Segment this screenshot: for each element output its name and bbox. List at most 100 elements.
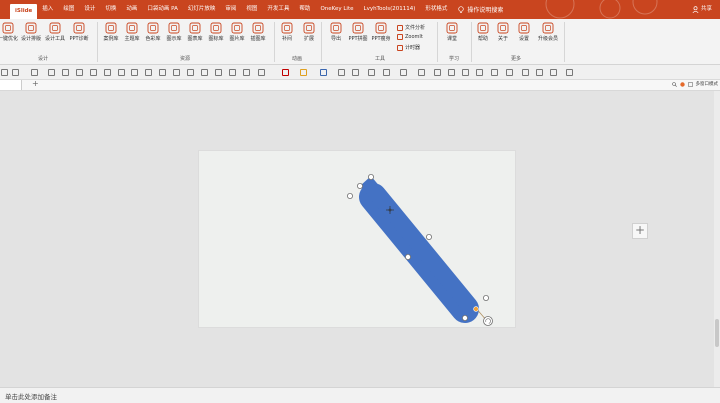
toolbar-icon[interactable] xyxy=(462,69,469,76)
toolbar-icon[interactable] xyxy=(522,69,529,76)
ribbon-button-21[interactable]: 升级会员 xyxy=(537,22,559,42)
handle-left-mid[interactable] xyxy=(404,253,411,260)
tab-3[interactable]: 设计 xyxy=(79,0,100,19)
ribbon-button-17[interactable]: 课堂 xyxy=(441,22,463,42)
toolbar-icon[interactable] xyxy=(145,69,152,76)
small-button-0[interactable]: 文件分析 xyxy=(397,24,425,31)
vertical-scrollbar[interactable] xyxy=(714,91,720,387)
tab-0[interactable]: iSlide xyxy=(10,4,38,19)
ribbon-button-15[interactable]: PPT拼图 xyxy=(347,22,369,42)
tab-10[interactable]: 开发工具 xyxy=(262,0,294,19)
ribbon-button-5[interactable]: 主题库 xyxy=(121,22,143,42)
tab-13[interactable]: LvyhTools(201114) xyxy=(359,0,421,19)
ribbon-button-19[interactable]: 关于 xyxy=(492,22,514,42)
ribbon-button-2[interactable]: 设计工具 xyxy=(44,22,66,42)
toolbar-icon[interactable] xyxy=(118,69,125,76)
small-button-1[interactable]: ZoomIt xyxy=(397,34,423,40)
toolbar-icon[interactable] xyxy=(201,69,208,76)
ribbon-button-3[interactable]: PPT诊断 xyxy=(68,22,90,42)
toolbar-icon[interactable] xyxy=(476,69,483,76)
toolbar-icon[interactable] xyxy=(550,69,557,76)
toolbar-icon[interactable] xyxy=(383,69,390,76)
document-tab[interactable] xyxy=(0,80,22,90)
handle-left[interactable] xyxy=(346,193,353,200)
adjust-handle[interactable] xyxy=(473,306,479,312)
toolbar-icon[interactable] xyxy=(566,69,573,76)
tab-2[interactable]: 绘图 xyxy=(58,0,79,19)
zoom-icon[interactable] xyxy=(671,81,677,87)
toolbar-icon[interactable] xyxy=(159,69,166,76)
toolbar-icon[interactable] xyxy=(229,69,236,76)
notes-placeholder[interactable]: 单击此处添加备注 xyxy=(5,391,57,401)
ribbon-button-11[interactable]: 插图库 xyxy=(247,22,269,42)
toolbar-icon[interactable] xyxy=(338,69,345,76)
tab-1[interactable]: 插入 xyxy=(37,0,58,19)
toolbar-icon[interactable] xyxy=(368,69,375,76)
ribbon-button-14[interactable]: 导出 xyxy=(325,22,347,42)
toolbar-icon[interactable] xyxy=(104,69,111,76)
handle-right-mid[interactable] xyxy=(425,233,432,240)
toolbar-icon[interactable] xyxy=(1,69,8,76)
tab-9[interactable]: 视图 xyxy=(241,0,262,19)
toolbar-icon[interactable] xyxy=(258,69,265,76)
toolbar-icon[interactable] xyxy=(62,69,69,76)
ribbon-button-6[interactable]: 色彩库 xyxy=(142,22,164,42)
ribbon-button-4[interactable]: 案例库 xyxy=(100,22,122,42)
toolbar-icon[interactable] xyxy=(491,69,498,76)
tab-14[interactable]: 形状格式 xyxy=(420,0,452,19)
tab-4[interactable]: 切换 xyxy=(100,0,121,19)
handle-top[interactable] xyxy=(367,174,374,181)
scroll-thumb[interactable] xyxy=(715,319,719,347)
ribbon-button-20[interactable]: 设置 xyxy=(513,22,535,42)
tab-7[interactable]: 幻灯片放映 xyxy=(183,0,221,19)
toolbar-icon[interactable] xyxy=(215,69,222,76)
multi-window-label[interactable]: 多窗口模式 xyxy=(696,81,719,87)
ribbon-button-13[interactable]: 扩展 xyxy=(298,22,320,42)
search-box[interactable]: 操作说明搜索 xyxy=(458,5,503,14)
ribbon-button-7[interactable]: 图示库 xyxy=(163,22,185,42)
toolbar-icon[interactable] xyxy=(12,69,19,76)
toolbar-icon[interactable] xyxy=(48,69,55,76)
ribbon-button-0[interactable]: 一键优化 xyxy=(0,22,19,42)
toolbar-icon[interactable] xyxy=(352,69,359,76)
rounded-rectangle-shape[interactable] xyxy=(359,176,479,323)
tab-6[interactable]: 口袋动画 PA xyxy=(142,0,182,19)
toolbar-icon[interactable] xyxy=(400,69,407,76)
handle-bottom[interactable] xyxy=(461,314,468,321)
window-icon[interactable] xyxy=(687,81,693,87)
share-button[interactable]: 共享 xyxy=(692,0,712,19)
toolbar-icon[interactable] xyxy=(418,69,425,76)
rotate-handle-icon[interactable] xyxy=(483,316,493,326)
toolbar-icon[interactable] xyxy=(131,69,138,76)
toolbar-icon[interactable] xyxy=(448,69,455,76)
islide-icon[interactable] xyxy=(679,81,685,87)
toolbar-icon[interactable] xyxy=(187,69,194,76)
handle-right[interactable] xyxy=(482,294,489,301)
toolbar-icon[interactable] xyxy=(320,69,327,76)
ribbon-button-1[interactable]: 设计排版 xyxy=(20,22,42,42)
handle-top-left[interactable] xyxy=(356,183,363,190)
toolbar-icon[interactable] xyxy=(536,69,543,76)
ribbon-button-8[interactable]: 图表库 xyxy=(184,22,206,42)
ribbon-button-9[interactable]: 图标库 xyxy=(205,22,227,42)
tab-11[interactable]: 帮助 xyxy=(294,0,315,19)
tab-8[interactable]: 审阅 xyxy=(220,0,241,19)
toolbar-icon[interactable] xyxy=(31,69,38,76)
notes-pane[interactable]: 单击此处添加备注 xyxy=(0,387,720,403)
toolbar-icon[interactable] xyxy=(90,69,97,76)
ribbon-button-12[interactable]: 补间 xyxy=(276,22,298,42)
ribbon-button-18[interactable]: 帮助 xyxy=(472,22,494,42)
tab-5[interactable]: 动画 xyxy=(121,0,142,19)
toolbar-icon[interactable] xyxy=(243,69,250,76)
tab-12[interactable]: OneKey Lite xyxy=(315,0,358,19)
toolbar-icon[interactable] xyxy=(76,69,83,76)
toolbar-icon[interactable] xyxy=(506,69,513,76)
ribbon-button-16[interactable]: PPT瘦身 xyxy=(370,22,392,42)
toolbar-icon[interactable] xyxy=(173,69,180,76)
new-tab-icon[interactable]: + xyxy=(32,79,39,88)
toolbar-icon[interactable] xyxy=(434,69,441,76)
toolbar-icon[interactable] xyxy=(300,69,307,76)
ribbon-button-10[interactable]: 图片库 xyxy=(226,22,248,42)
toolbar-icon[interactable] xyxy=(282,69,289,76)
slide-editor-canvas[interactable]: + xyxy=(0,91,714,387)
